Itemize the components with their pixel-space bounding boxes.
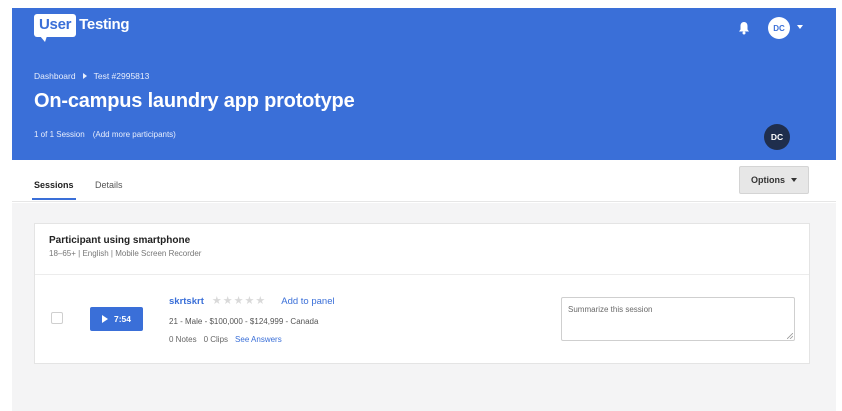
session-checkbox[interactable] bbox=[51, 312, 63, 324]
session-count-line: 1 of 1 Session (Add more participants) bbox=[34, 130, 176, 139]
play-icon bbox=[101, 315, 108, 323]
participant-line: skrtskrt ★ ★ ★ ★ ★ Add to panel bbox=[169, 296, 335, 308]
session-summary-input[interactable] bbox=[561, 297, 795, 341]
usertesting-logo[interactable]: User Testing bbox=[34, 14, 130, 42]
options-button[interactable]: Options bbox=[739, 166, 809, 194]
clips-count: 0 Clips bbox=[203, 335, 229, 344]
star-icon[interactable]: ★ bbox=[223, 296, 233, 307]
owner-avatar[interactable]: DC bbox=[764, 124, 790, 150]
card-subtitle: 18–65+ | English | Mobile Screen Recorde… bbox=[49, 249, 202, 258]
tab-details[interactable]: Details bbox=[95, 180, 123, 190]
sessions-content: Participant using smartphone 18–65+ | En… bbox=[12, 203, 836, 411]
card-title: Participant using smartphone bbox=[49, 235, 191, 246]
star-icon[interactable]: ★ bbox=[234, 296, 244, 307]
participant-demographics: 21 - Male - $100,000 - $124,999 - Canada bbox=[169, 317, 319, 326]
tab-sessions[interactable]: Sessions bbox=[32, 180, 76, 200]
notes-count: 0 Notes bbox=[169, 335, 197, 344]
session-count: 1 of 1 Session bbox=[34, 130, 85, 139]
star-icon[interactable]: ★ bbox=[244, 296, 254, 307]
star-icon[interactable]: ★ bbox=[255, 296, 265, 307]
tab-bar: Sessions Details Options bbox=[12, 160, 836, 202]
video-duration: 7:54 bbox=[113, 314, 131, 324]
resize-grip-icon[interactable] bbox=[787, 333, 793, 339]
breadcrumb: Dashboard Test #2995813 bbox=[34, 71, 149, 81]
user-avatar[interactable]: DC bbox=[768, 17, 790, 39]
see-answers-link[interactable]: See Answers bbox=[235, 335, 282, 344]
star-icon[interactable]: ★ bbox=[212, 296, 222, 307]
session-meta: 0 Notes 0 Clips See Answers bbox=[169, 335, 282, 344]
bell-icon[interactable] bbox=[738, 21, 750, 35]
options-label: Options bbox=[751, 175, 785, 185]
star-rating: ★ ★ ★ ★ ★ bbox=[212, 296, 265, 307]
caret-down-icon bbox=[791, 178, 797, 182]
session-card: Participant using smartphone 18–65+ | En… bbox=[34, 223, 810, 364]
logo-testing-text: Testing bbox=[79, 16, 130, 33]
breadcrumb-test[interactable]: Test #2995813 bbox=[94, 71, 150, 81]
participant-name-link[interactable]: skrtskrt bbox=[169, 296, 204, 307]
app-header: User Testing DC Dashboard Test #2995813 … bbox=[12, 8, 836, 160]
caret-down-icon[interactable] bbox=[797, 25, 803, 29]
play-video-button[interactable]: 7:54 bbox=[90, 307, 143, 331]
breadcrumb-separator-icon bbox=[82, 73, 87, 79]
card-header: Participant using smartphone 18–65+ | En… bbox=[35, 224, 809, 275]
breadcrumb-dashboard[interactable]: Dashboard bbox=[34, 71, 76, 81]
logo-user-text: User bbox=[34, 14, 77, 42]
page-title: On-campus laundry app prototype bbox=[34, 90, 355, 112]
add-to-panel-link[interactable]: Add to panel bbox=[281, 296, 334, 307]
add-participants-link[interactable]: (Add more participants) bbox=[93, 130, 176, 139]
